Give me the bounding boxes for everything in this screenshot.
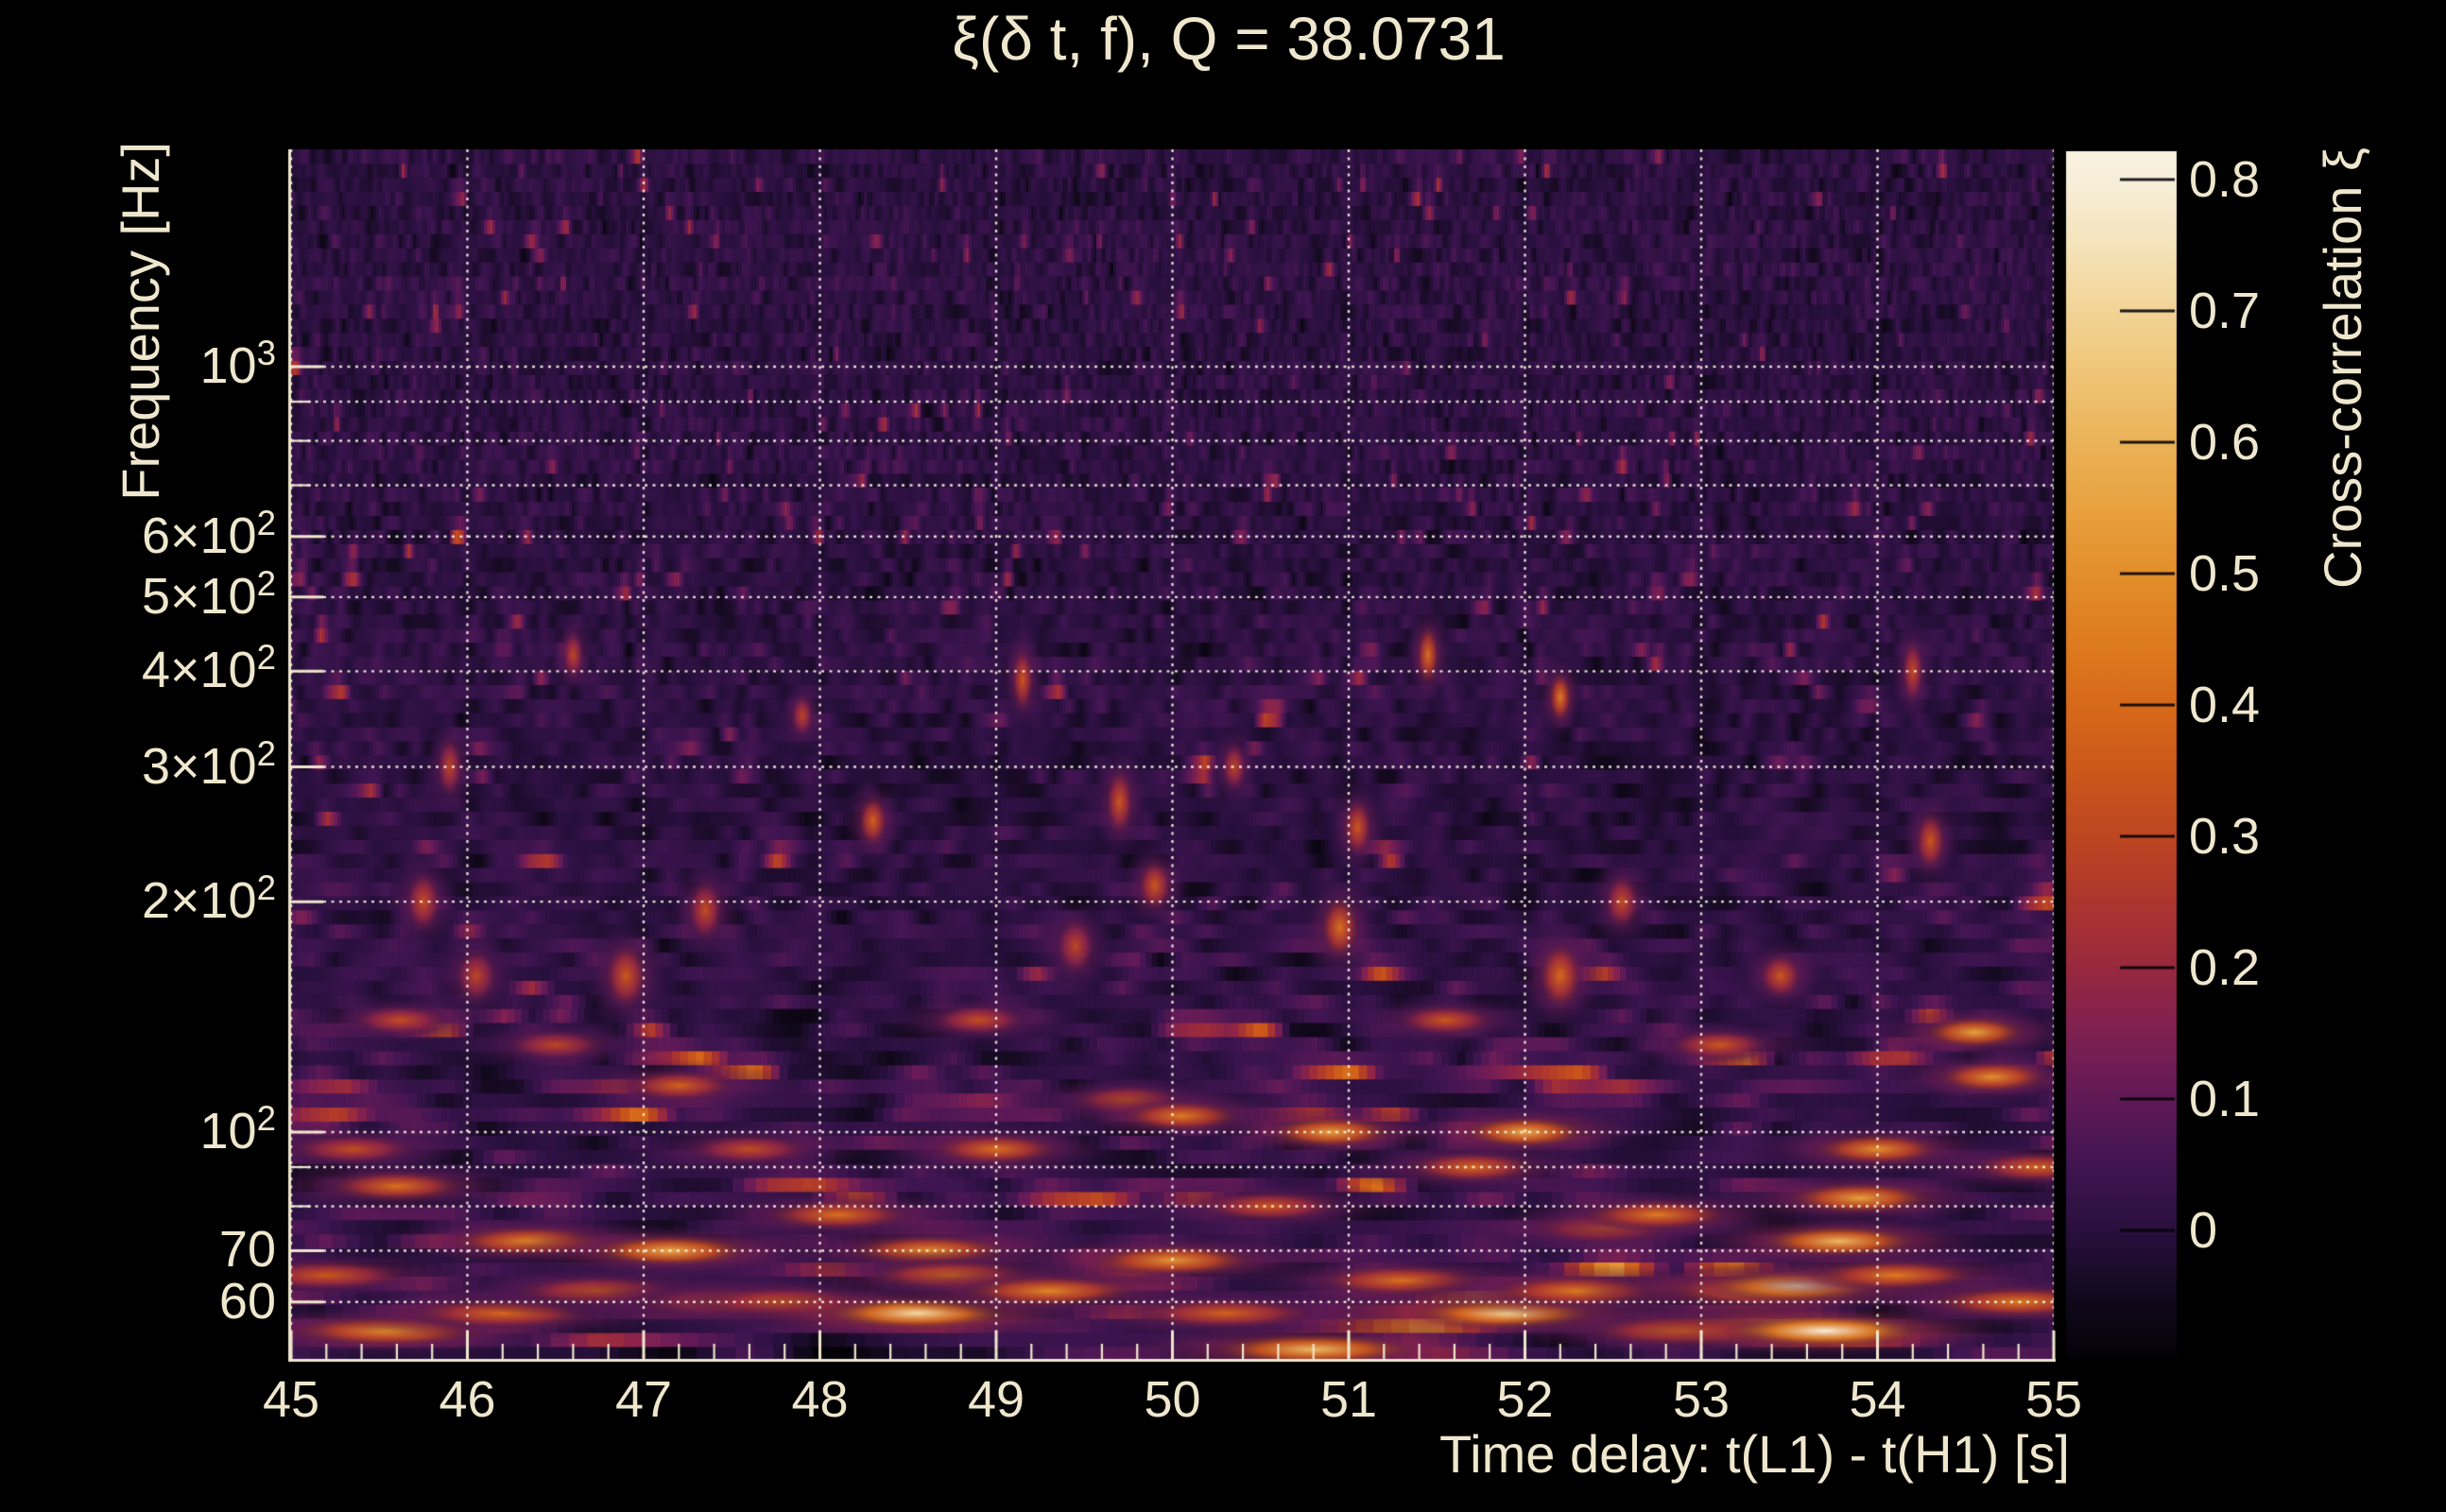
plot-title: ξ(δ t, f), Q = 38.0731 [952, 5, 1506, 73]
x-tick-label: 45 [262, 1371, 320, 1428]
colorbar-tick-label: 0.5 [2189, 545, 2261, 602]
colorbar-title: Cross-correlation ξ [2313, 147, 2372, 589]
x-tick-label: 48 [791, 1371, 849, 1428]
colorbar-tick-label: 0 [2189, 1202, 2218, 1259]
y-tick-label: 6×102 [141, 503, 276, 564]
x-tick-label: 47 [614, 1371, 673, 1428]
colorbar-tick-label: 0.2 [2189, 939, 2261, 996]
x-tick-label: 53 [1672, 1371, 1731, 1428]
x-tick-label: 50 [1144, 1371, 1201, 1428]
y-tick-label: 5×102 [141, 563, 276, 625]
colorbar [2066, 151, 2177, 1358]
plot-area [291, 149, 2054, 1359]
y-tick-label: 60 [218, 1272, 276, 1330]
y-tick-label: 102 [199, 1098, 277, 1160]
colorbar-tick-label: 0.4 [2189, 677, 2261, 733]
colorbar-tick-label: 0.8 [2189, 151, 2261, 208]
x-tick-label: 51 [1319, 1371, 1378, 1428]
colorbar-tick-label: 0.1 [2189, 1071, 2261, 1127]
x-tick-label: 52 [1496, 1371, 1554, 1428]
colorbar-tick-label: 0.6 [2189, 414, 2261, 471]
y-tick-label: 103 [199, 333, 277, 394]
y-tick-label: 4×102 [141, 638, 276, 699]
y-tick-label: 2×102 [141, 868, 276, 929]
y-tick-label: 3×102 [141, 733, 276, 795]
figure: ξ(δ t, f), Q = 38.0731 Frequency [Hz] Ti… [0, 0, 2446, 1512]
x-tick-label: 49 [967, 1371, 1025, 1428]
x-tick-label: 54 [1849, 1371, 1906, 1428]
y-tick-label: 70 [218, 1221, 276, 1279]
x-tick-label: 46 [439, 1371, 496, 1428]
x-axis-title: Time delay: t(L1) - t(H1) [s] [1439, 1424, 2070, 1484]
colorbar-tick-label: 0.7 [2189, 283, 2261, 339]
y-axis-title: Frequency [Hz] [111, 142, 170, 501]
colorbar-tick-label: 0.3 [2189, 808, 2261, 865]
x-tick-label: 55 [2024, 1371, 2083, 1428]
